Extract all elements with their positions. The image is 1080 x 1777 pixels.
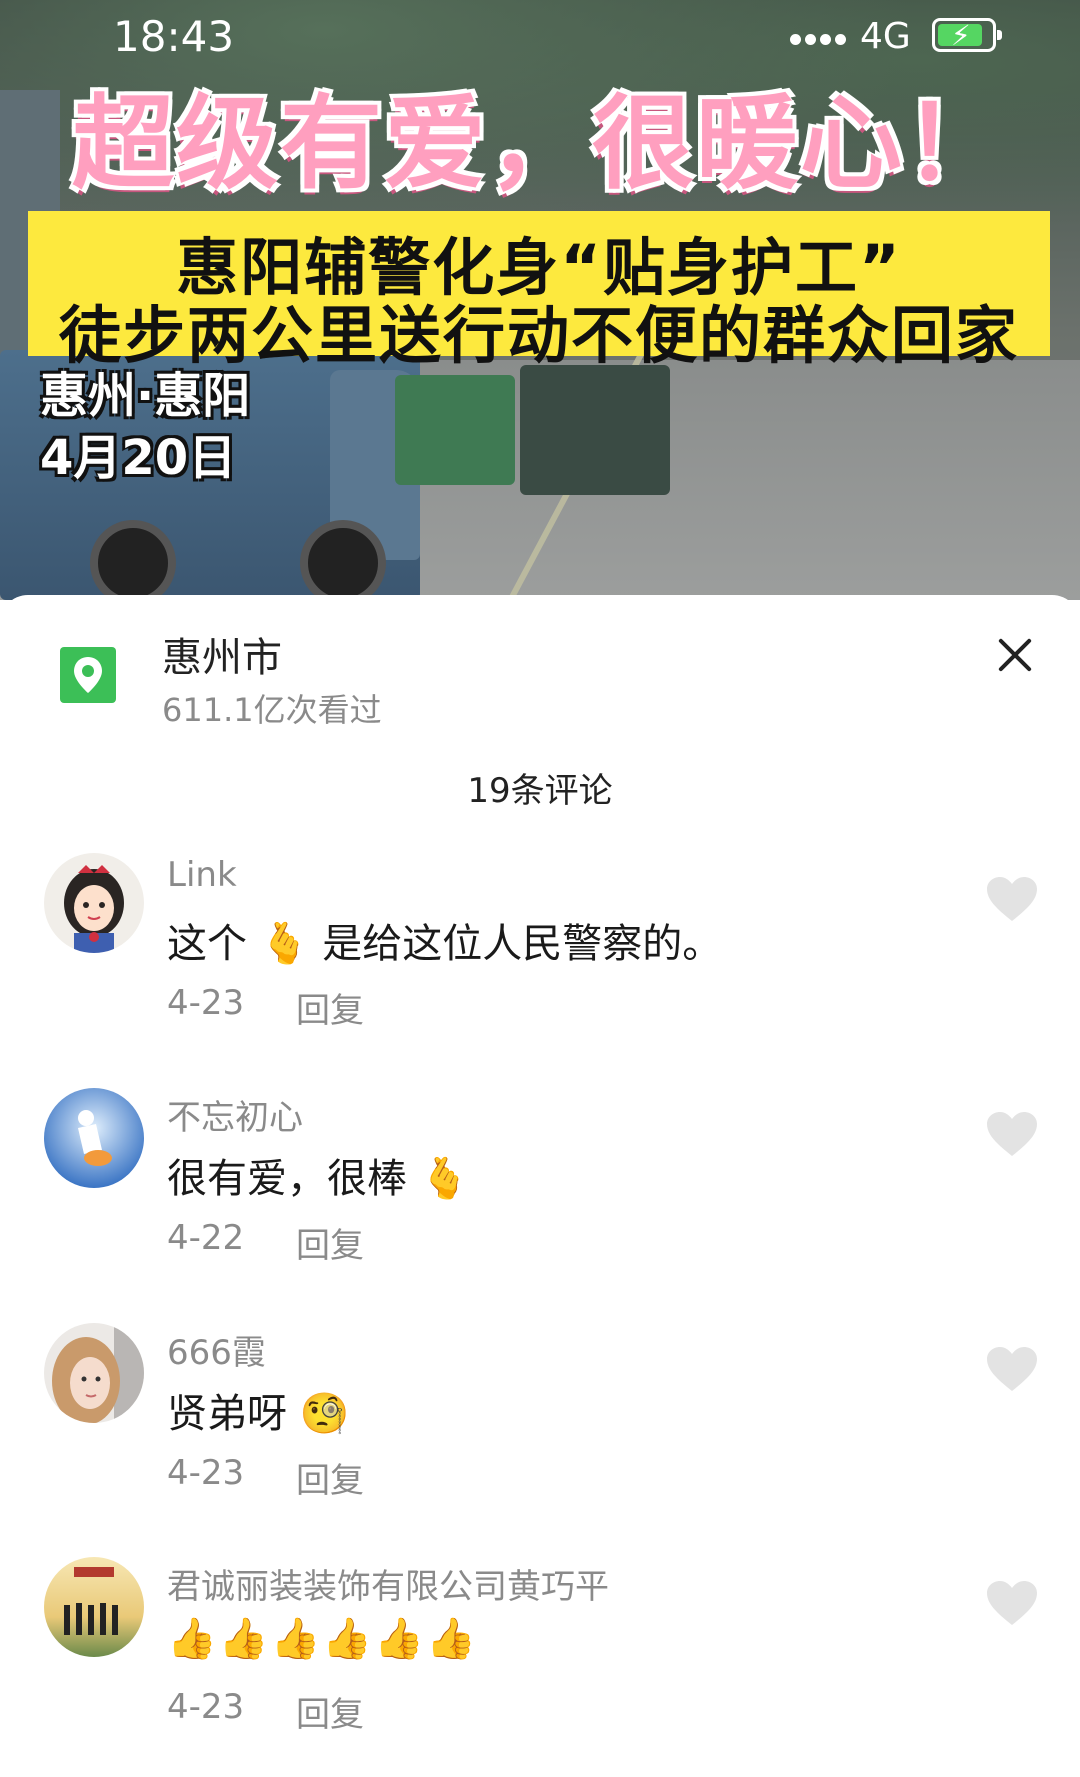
comment-text: 👍👍👍👍👍👍 [167, 1615, 478, 1662]
comment-text: 这个 🫰 是给这位人民警察的。 [167, 911, 722, 969]
comment-date: 4-22 [167, 1218, 245, 1258]
avatar[interactable] [44, 1088, 144, 1188]
comment-date: 4-23 [167, 983, 245, 1023]
comment-item: Link 这个 🫰 是给这位人民警察的。 4-23 回复 [0, 853, 1080, 1073]
comment-text: 贤弟呀 🧐 [167, 1381, 350, 1439]
video-wheel [90, 520, 176, 600]
comments-count: 19条评论 [467, 771, 613, 811]
comment-text-part: 是给这位人民警察的。 [322, 921, 723, 967]
video-dark-bin [520, 365, 670, 495]
signal-icon [790, 30, 850, 50]
comment-item: 666霞 贤弟呀 🧐 4-23 回复 [0, 1323, 1080, 1543]
comment-text-part: 很有爱，很棒 [167, 1156, 407, 1202]
comment-username[interactable]: 不忘初心 [167, 1090, 303, 1139]
location-name[interactable]: 惠州市 [162, 625, 282, 683]
comment-date: 4-23 [167, 1453, 245, 1493]
comment-text: 很有爱，很棒 🫰 [167, 1146, 470, 1204]
avatar[interactable] [44, 1323, 144, 1423]
status-time: 18:43 [113, 12, 235, 61]
like-heart-icon[interactable] [985, 1110, 1039, 1158]
video-wheel [300, 520, 386, 600]
monocle-face-emoji-icon: 🧐 [299, 1391, 350, 1437]
location-pin-icon[interactable] [60, 647, 116, 703]
finger-heart-emoji-icon: 🫰 [259, 921, 310, 967]
like-heart-icon[interactable] [985, 875, 1039, 923]
location-views: 611.1亿次看过 [162, 691, 382, 729]
comment-username[interactable]: 君诚丽装装饰有限公司黄巧平 [167, 1559, 609, 1608]
avatar[interactable] [44, 853, 144, 953]
video-date: 4月20日 [40, 430, 237, 486]
video-place: 惠州·惠阳 [40, 368, 251, 424]
comment-username[interactable]: 666霞 [167, 1325, 266, 1374]
comment-text-part: 这个 [167, 921, 247, 967]
thumbs-up-emoji-icon: 👍👍👍👍👍👍 [167, 1616, 478, 1662]
avatar[interactable] [44, 1557, 144, 1657]
video-banner: 惠阳辅警化身“贴身护工” 徒步两公里送行动不便的群众回家 [28, 211, 1050, 372]
comment-item: 不忘初心 很有爱，很棒 🫰 4-22 回复 [0, 1088, 1080, 1308]
battery-charging-icon: ⚡ [932, 18, 1002, 52]
network-type: 4G [860, 16, 911, 57]
comment-text-part: 贤弟呀 [167, 1391, 287, 1437]
video-banner-line2: 徒步两公里送行动不便的群众回家 [58, 299, 1019, 372]
like-heart-icon[interactable] [985, 1345, 1039, 1393]
video-green-bin [395, 375, 515, 485]
video-place-date: 惠州·惠阳 4月20日 [40, 365, 250, 489]
reply-button[interactable]: 回复 [296, 983, 364, 1032]
reply-button[interactable]: 回复 [296, 1687, 364, 1736]
reply-button[interactable]: 回复 [296, 1453, 364, 1502]
video-headline: 超级有爱，很暖心！ [72, 85, 1008, 204]
finger-heart-emoji-icon: 🫰 [419, 1156, 470, 1202]
comment-date: 4-23 [167, 1687, 245, 1727]
comment-sheet: 惠州市 611.1亿次看过 19条评论 Link 这个 🫰 是给这位人民警察的。… [0, 595, 1080, 1735]
comment-item: 君诚丽装装饰有限公司黄巧平 👍👍👍👍👍👍 4-23 回复 [0, 1557, 1080, 1777]
reply-button[interactable]: 回复 [296, 1218, 364, 1267]
video-player[interactable]: 超级有爱，很暖心！ 惠阳辅警化身“贴身护工” 徒步两公里送行动不便的群众回家 惠… [0, 0, 1080, 600]
close-icon[interactable] [995, 635, 1035, 675]
like-heart-icon[interactable] [985, 1579, 1039, 1627]
comment-username[interactable]: Link [167, 855, 237, 895]
